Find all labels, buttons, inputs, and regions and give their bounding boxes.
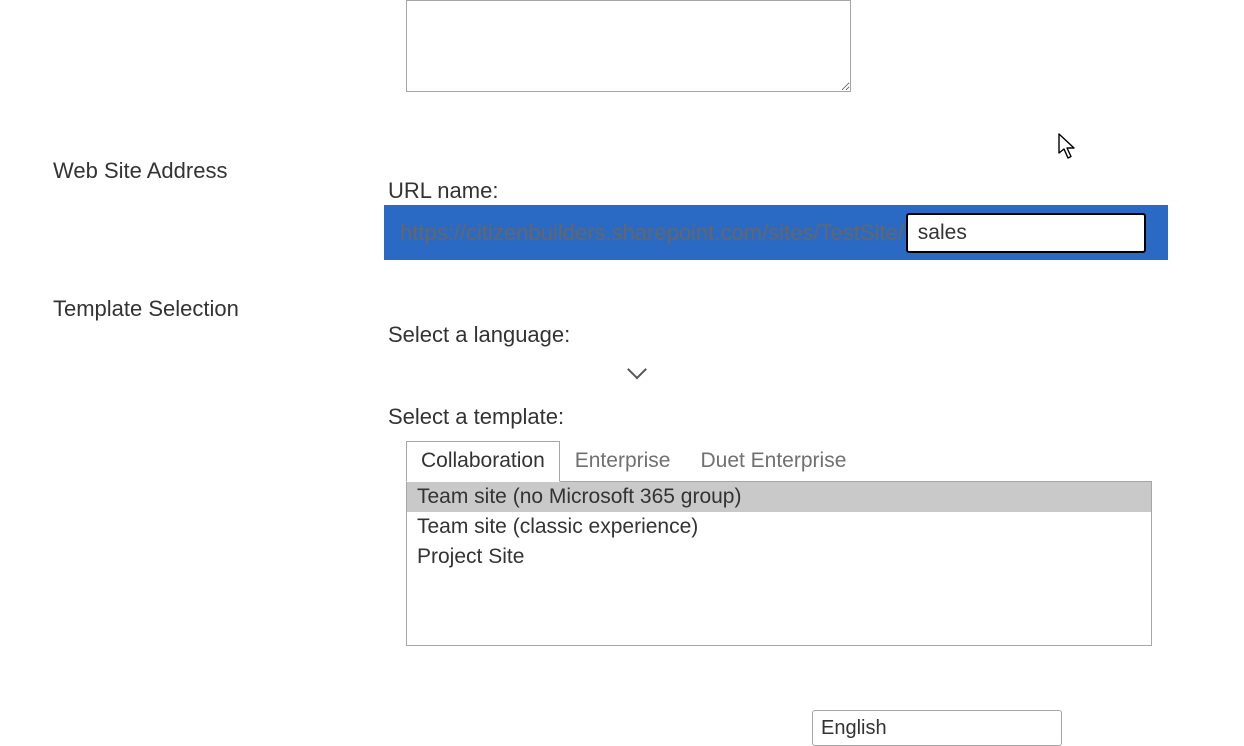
new-subsite-form: Web Site Address URL name: https://citiz… — [0, 0, 1244, 646]
language-select-wrap: English — [406, 355, 656, 391]
section-label-web-site-address: Web Site Address — [53, 158, 227, 184]
select-language-label: Select a language: — [388, 322, 570, 348]
description-textarea[interactable] — [406, 0, 851, 92]
url-field-highlight: https://citizenbuilders.sharepoint.com/s… — [384, 205, 1168, 260]
select-template-label: Select a template: — [388, 404, 564, 430]
url-name-label: URL name: — [388, 178, 498, 204]
template-tab-duet-enterprise[interactable]: Duet Enterprise — [685, 441, 861, 482]
template-tab-collaboration[interactable]: Collaboration — [406, 441, 560, 482]
template-listbox[interactable]: Team site (no Microsoft 365 group)Team s… — [406, 481, 1152, 646]
section-label-template-selection: Template Selection — [53, 296, 239, 322]
cursor-icon — [1057, 133, 1079, 161]
url-name-input[interactable] — [906, 213, 1146, 253]
template-option[interactable]: Team site (classic experience) — [407, 512, 1151, 542]
template-tabs: CollaborationEnterpriseDuet Enterprise — [406, 441, 861, 482]
template-option[interactable]: Team site (no Microsoft 365 group) — [407, 482, 1151, 512]
template-tab-enterprise[interactable]: Enterprise — [560, 441, 686, 482]
language-select[interactable]: English — [812, 710, 1062, 746]
url-prefix-text: https://citizenbuilders.sharepoint.com/s… — [400, 220, 904, 246]
template-option[interactable]: Project Site — [407, 542, 1151, 572]
